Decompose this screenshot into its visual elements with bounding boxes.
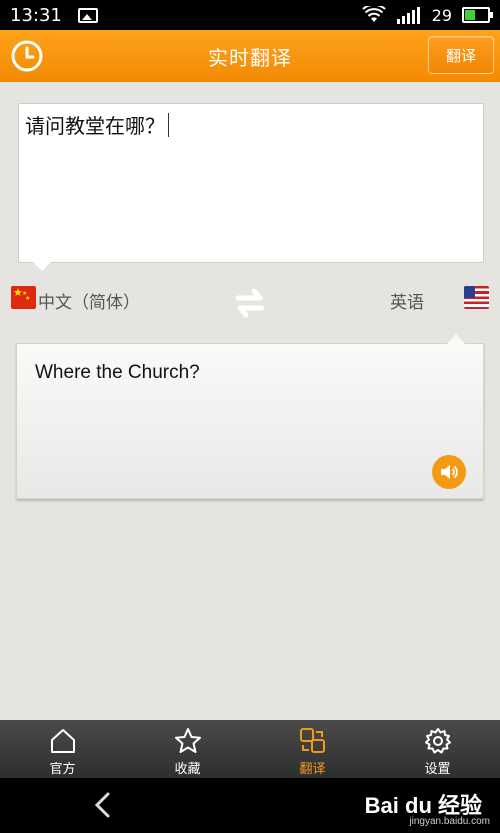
image-icon (77, 7, 98, 23)
tab-label: 设置 (424, 762, 451, 777)
tab-label: 官方 (49, 762, 76, 777)
watermark-url: jingyan.baidu.com (409, 816, 490, 827)
target-language[interactable]: 英语 (390, 288, 424, 313)
page-title: 实时翻译 (208, 45, 292, 70)
speaker-icon (441, 465, 458, 479)
source-language[interactable]: 中文（简体） (38, 288, 140, 313)
status-right: 29 (361, 5, 493, 25)
battery-icon (462, 7, 493, 23)
status-bar: 13:31 29 (0, 0, 500, 30)
translate-button[interactable]: 翻译 (428, 36, 494, 74)
gear-icon (424, 728, 451, 754)
clock-icon[interactable] (10, 39, 44, 73)
home-icon (50, 729, 75, 753)
tab-translate[interactable]: 翻译 (250, 720, 375, 778)
status-time: 13:31 (10, 4, 62, 26)
china-flag-icon[interactable]: ★ ★ ★ (11, 286, 36, 309)
tab-official[interactable]: 官方 (0, 720, 125, 778)
bottom-tab-bar: 官方 收藏 翻译 设置 (0, 720, 500, 778)
wifi-icon (361, 6, 386, 22)
tab-favorites[interactable]: 收藏 (125, 720, 250, 778)
source-text-input[interactable]: 请问教堂在哪？ (18, 103, 484, 271)
translation-output: Where the Church? (16, 334, 484, 499)
back-icon[interactable] (92, 792, 114, 818)
text-caret (168, 113, 169, 137)
system-nav-bar: Bai du 经验 jingyan.baidu.com (0, 778, 500, 833)
translated-text: Where the Church? (35, 362, 200, 383)
source-text: 请问教堂在哪？ (25, 110, 169, 139)
language-selector-row: ★ ★ ★ 中文（简体） 英语 (0, 280, 500, 320)
swap-arrows-icon[interactable] (230, 284, 270, 322)
tab-settings[interactable]: 设置 (375, 720, 500, 778)
battery-percent: 29 (431, 5, 452, 25)
speaker-button[interactable] (432, 455, 466, 489)
tab-label: 收藏 (174, 762, 201, 777)
flag-star: ★ (25, 295, 31, 302)
battery-fill (465, 10, 475, 20)
star-icon (174, 728, 201, 753)
tab-label: 翻译 (299, 762, 326, 777)
title-bar: 实时翻译 翻译 (0, 30, 500, 82)
us-flag-icon[interactable] (464, 286, 489, 309)
translate-icon (299, 728, 325, 753)
signal-icon (396, 7, 420, 24)
